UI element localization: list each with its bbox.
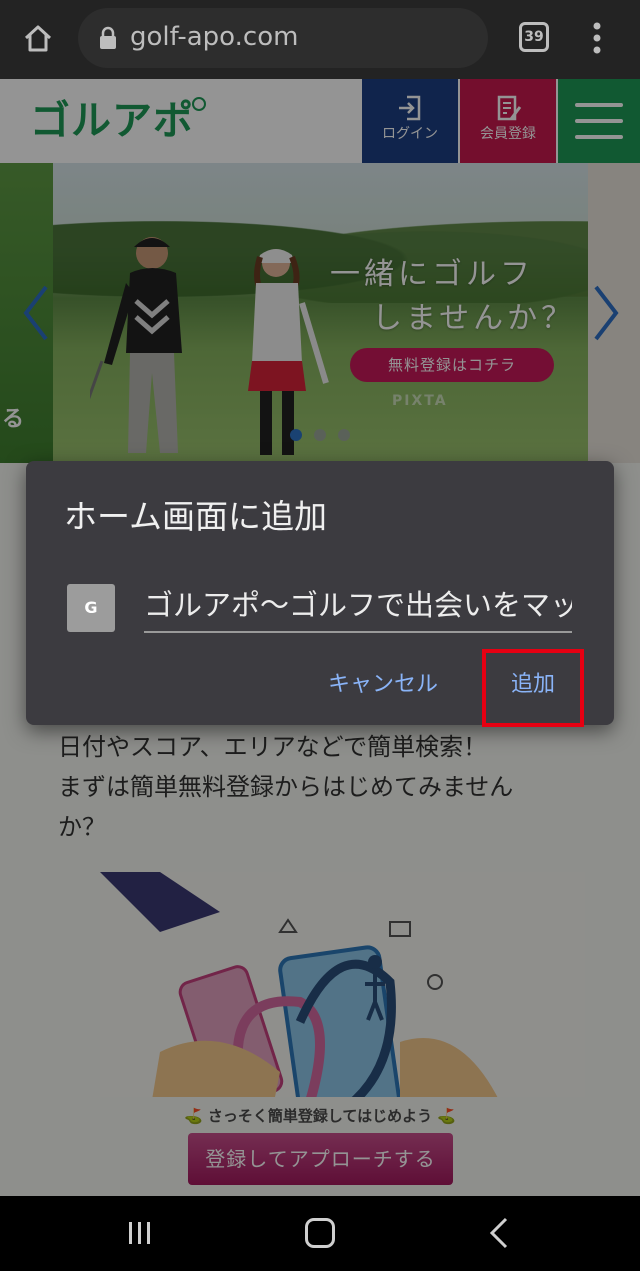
shortcut-name-value: ゴルアポ〜ゴルフで出会いをマッ — [144, 588, 572, 622]
home-icon[interactable] — [22, 22, 54, 54]
shortcut-name-input[interactable]: ゴルアポ〜ゴルフで出会いをマッ — [144, 581, 572, 633]
cancel-button[interactable]: キャンセル — [328, 668, 438, 702]
lock-icon — [100, 26, 116, 49]
dialog-title: ホーム画面に追加 — [64, 497, 328, 536]
address-bar-url[interactable]: golf-apo.com — [130, 18, 298, 56]
recent-apps-icon[interactable] — [127, 1220, 153, 1246]
system-navigation-bar — [0, 1196, 640, 1271]
add-button-highlight-box — [482, 649, 584, 727]
back-icon[interactable] — [488, 1216, 510, 1250]
home-nav-icon[interactable] — [305, 1218, 335, 1248]
site-favicon-icon: G — [67, 584, 115, 632]
tab-switcher-button[interactable]: 39 — [519, 22, 549, 52]
more-menu-icon[interactable] — [590, 20, 604, 56]
browser-toolbar: golf-apo.com 39 — [0, 0, 640, 79]
